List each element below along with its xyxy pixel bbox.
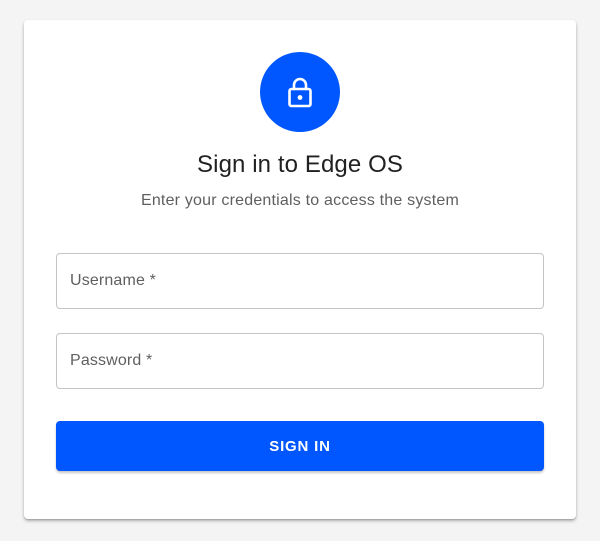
username-input[interactable] [57,254,543,308]
password-field[interactable]: Password * [56,333,544,389]
login-card: Sign in to Edge OS Enter your credential… [24,20,576,519]
username-field[interactable]: Username * [56,253,544,309]
sign-in-button[interactable]: SIGN IN [56,421,544,471]
page-subtitle: Enter your credentials to access the sys… [140,192,460,209]
page-title: Sign in to Edge OS [197,151,403,178]
password-input[interactable] [57,334,543,388]
lock-avatar [260,52,340,132]
lock-icon [288,77,312,108]
